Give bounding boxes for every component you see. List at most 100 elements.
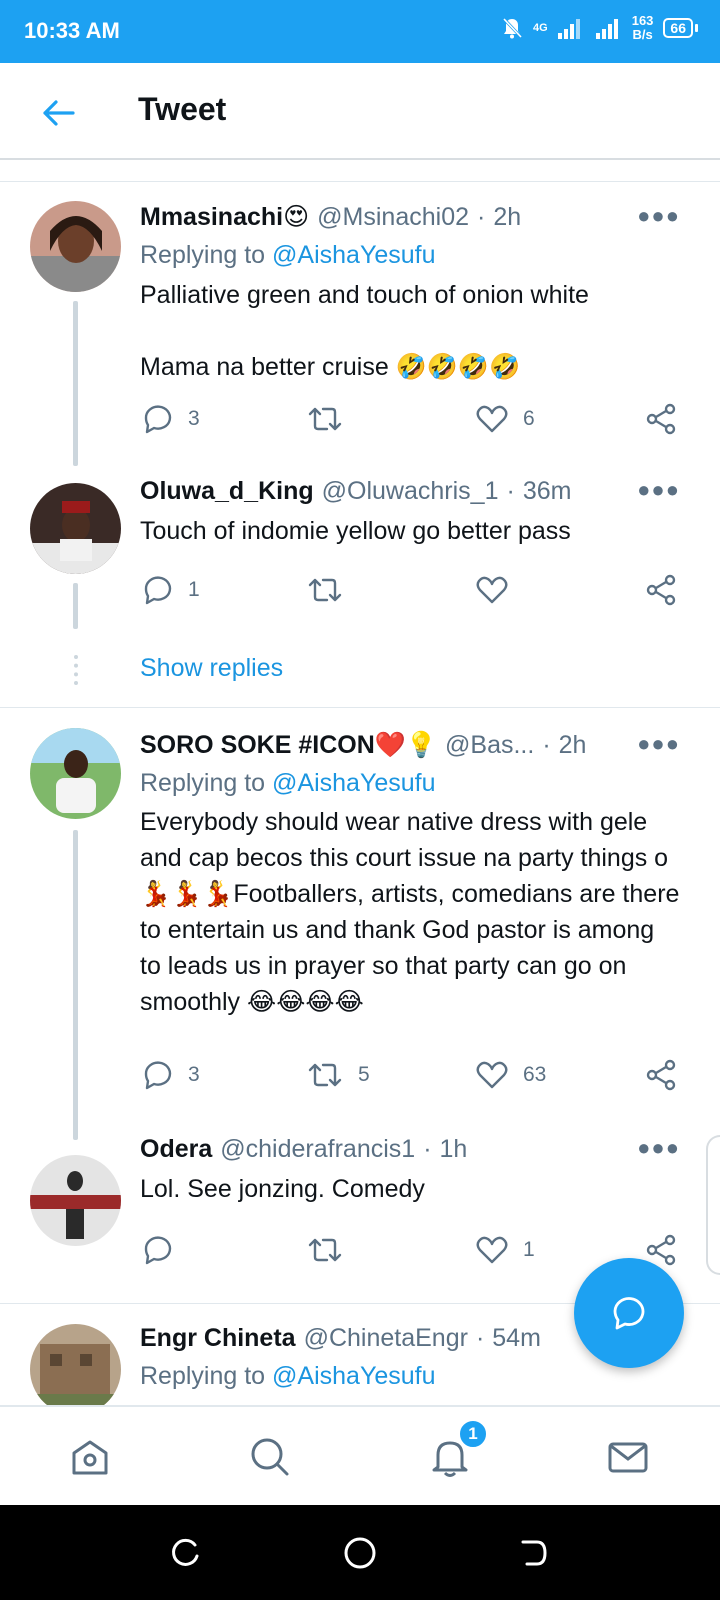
heart-icon [476,576,508,604]
retweet-button[interactable] [306,1233,358,1267]
replying-label: Replying to [140,769,266,797]
net-speed: 163 B/s [632,14,654,42]
tweet-time: 2h [558,730,587,759]
more-options-button[interactable]: ●●● [637,477,680,503]
battery-nub [695,24,698,32]
author-name[interactable]: SORO SOKE #ICON❤️💡 [140,731,437,760]
share-button[interactable] [644,402,678,436]
retweet-icon [308,1063,342,1087]
avatar[interactable] [30,201,121,292]
status-indicators: 4G 163 B/s 66 [501,14,698,42]
back-icon [521,1540,547,1566]
tweet-item[interactable]: Oluwa_d_King @Oluwachris_1 · 36m ●●● Tou… [0,471,720,635]
avatar[interactable] [30,728,121,819]
share-button[interactable] [644,573,678,607]
reply-button[interactable]: 1 [140,573,200,607]
home-button[interactable] [340,1533,380,1573]
tweet-item[interactable]: SORO SOKE #ICON❤️💡 @Bas... · 2h ●●● Repl… [0,708,720,1143]
mention-link[interactable]: @AishaYesufu [272,241,435,269]
network-type: 4G [533,22,548,34]
signal-icon-2 [595,19,618,39]
author-handle[interactable]: @chiderafrancis1 [220,1135,415,1164]
compose-reply-button[interactable] [574,1258,684,1368]
author-name[interactable]: Engr Chineta [140,1324,296,1353]
reply-button[interactable]: 3 [140,402,200,436]
heart-icon [476,1236,508,1264]
mention-link[interactable]: @AishaYesufu [272,1362,435,1390]
page-title: Tweet [138,91,227,127]
more-options-button[interactable]: ●●● [637,203,680,229]
more-options-button[interactable]: ●●● [637,731,680,757]
like-count: 1 [523,1238,535,1261]
thread-line [73,830,78,1140]
share-icon [646,1059,676,1091]
reply-count: 1 [188,578,200,601]
share-button[interactable] [644,1058,678,1092]
like-button[interactable]: 63 [475,1058,546,1092]
home-circle-icon [344,1537,376,1569]
back-system-button[interactable] [514,1533,554,1573]
scroll-handle[interactable] [706,1135,720,1275]
arrow-left-icon [43,100,75,126]
like-count: 6 [523,407,535,430]
author-name[interactable]: Odera [140,1135,212,1164]
author-handle[interactable]: @Bas... [445,731,534,760]
net-speed-unit: B/s [632,27,653,42]
retweet-button[interactable]: 5 [306,1058,370,1092]
home-icon [72,1440,108,1475]
author-handle[interactable]: @Msinachi02 [317,203,469,232]
author-handle[interactable]: @ChinetaEngr [304,1324,468,1353]
tweet-time: 36m [522,476,572,505]
avatar[interactable] [30,483,121,574]
search-icon [251,1438,289,1476]
tweet-item[interactable]: Mmasinachi😍 @Msinachi02 · 2h ●●● Replyin… [0,181,720,471]
back-button[interactable] [36,91,80,135]
mute-icon [502,17,523,39]
retweet-count: 5 [358,1063,370,1086]
tweet-time: 54m [492,1323,541,1352]
reply-icon [144,1236,172,1265]
author-handle[interactable]: @Oluwachris_1 [322,477,499,506]
replying-label: Replying to [140,1362,266,1390]
replying-label: Replying to [140,241,266,269]
nav-search[interactable] [240,1427,300,1487]
reply-button[interactable] [140,1233,188,1267]
reply-icon [144,405,172,434]
separator-dot: · [423,1134,432,1163]
tweet-actions: 3 5 63 [140,1058,690,1098]
separator-dot: · [506,476,515,505]
nav-home[interactable] [60,1427,120,1487]
like-button[interactable]: 1 [475,1233,535,1267]
retweet-icon [308,407,342,431]
recents-button[interactable] [166,1533,206,1573]
reply-button[interactable]: 3 [140,1058,200,1092]
battery-level: 66 [663,18,693,38]
separator-dot: · [542,730,551,759]
bottom-navigation: 1 [0,1405,720,1505]
tweet-text: Palliative green and touch of onion whit… [140,281,589,381]
nav-messages[interactable] [598,1427,658,1487]
thread-dots [74,655,78,685]
mail-icon [608,1442,648,1473]
more-options-button[interactable]: ●●● [637,1135,680,1161]
tweet-time: 2h [493,202,522,231]
show-replies-link[interactable]: Show replies [140,654,283,683]
heart-icon [476,1061,508,1089]
like-button[interactable]: 6 [475,402,535,436]
retweet-button[interactable] [306,402,358,436]
nav-notifications[interactable]: 1 [420,1419,488,1487]
author-name[interactable]: Oluwa_d_King [140,477,314,506]
share-icon [646,574,676,606]
mention-link[interactable]: @AishaYesufu [272,769,435,797]
avatar[interactable] [30,1324,121,1405]
reply-icon [613,1297,645,1330]
share-icon [646,403,676,435]
avatar[interactable] [30,1155,121,1246]
like-button[interactable] [475,573,523,607]
like-count: 63 [523,1063,547,1086]
tweet-header: Odera @chiderafrancis1 · 1h [140,1131,680,1167]
author-name[interactable]: Mmasinachi😍 [140,202,309,232]
retweet-button[interactable] [306,573,358,607]
status-bar: 10:33 AM 4G 163 B/s 66 [0,0,720,63]
tweet-text: Lol. See jonzing. Comedy [140,1175,425,1203]
